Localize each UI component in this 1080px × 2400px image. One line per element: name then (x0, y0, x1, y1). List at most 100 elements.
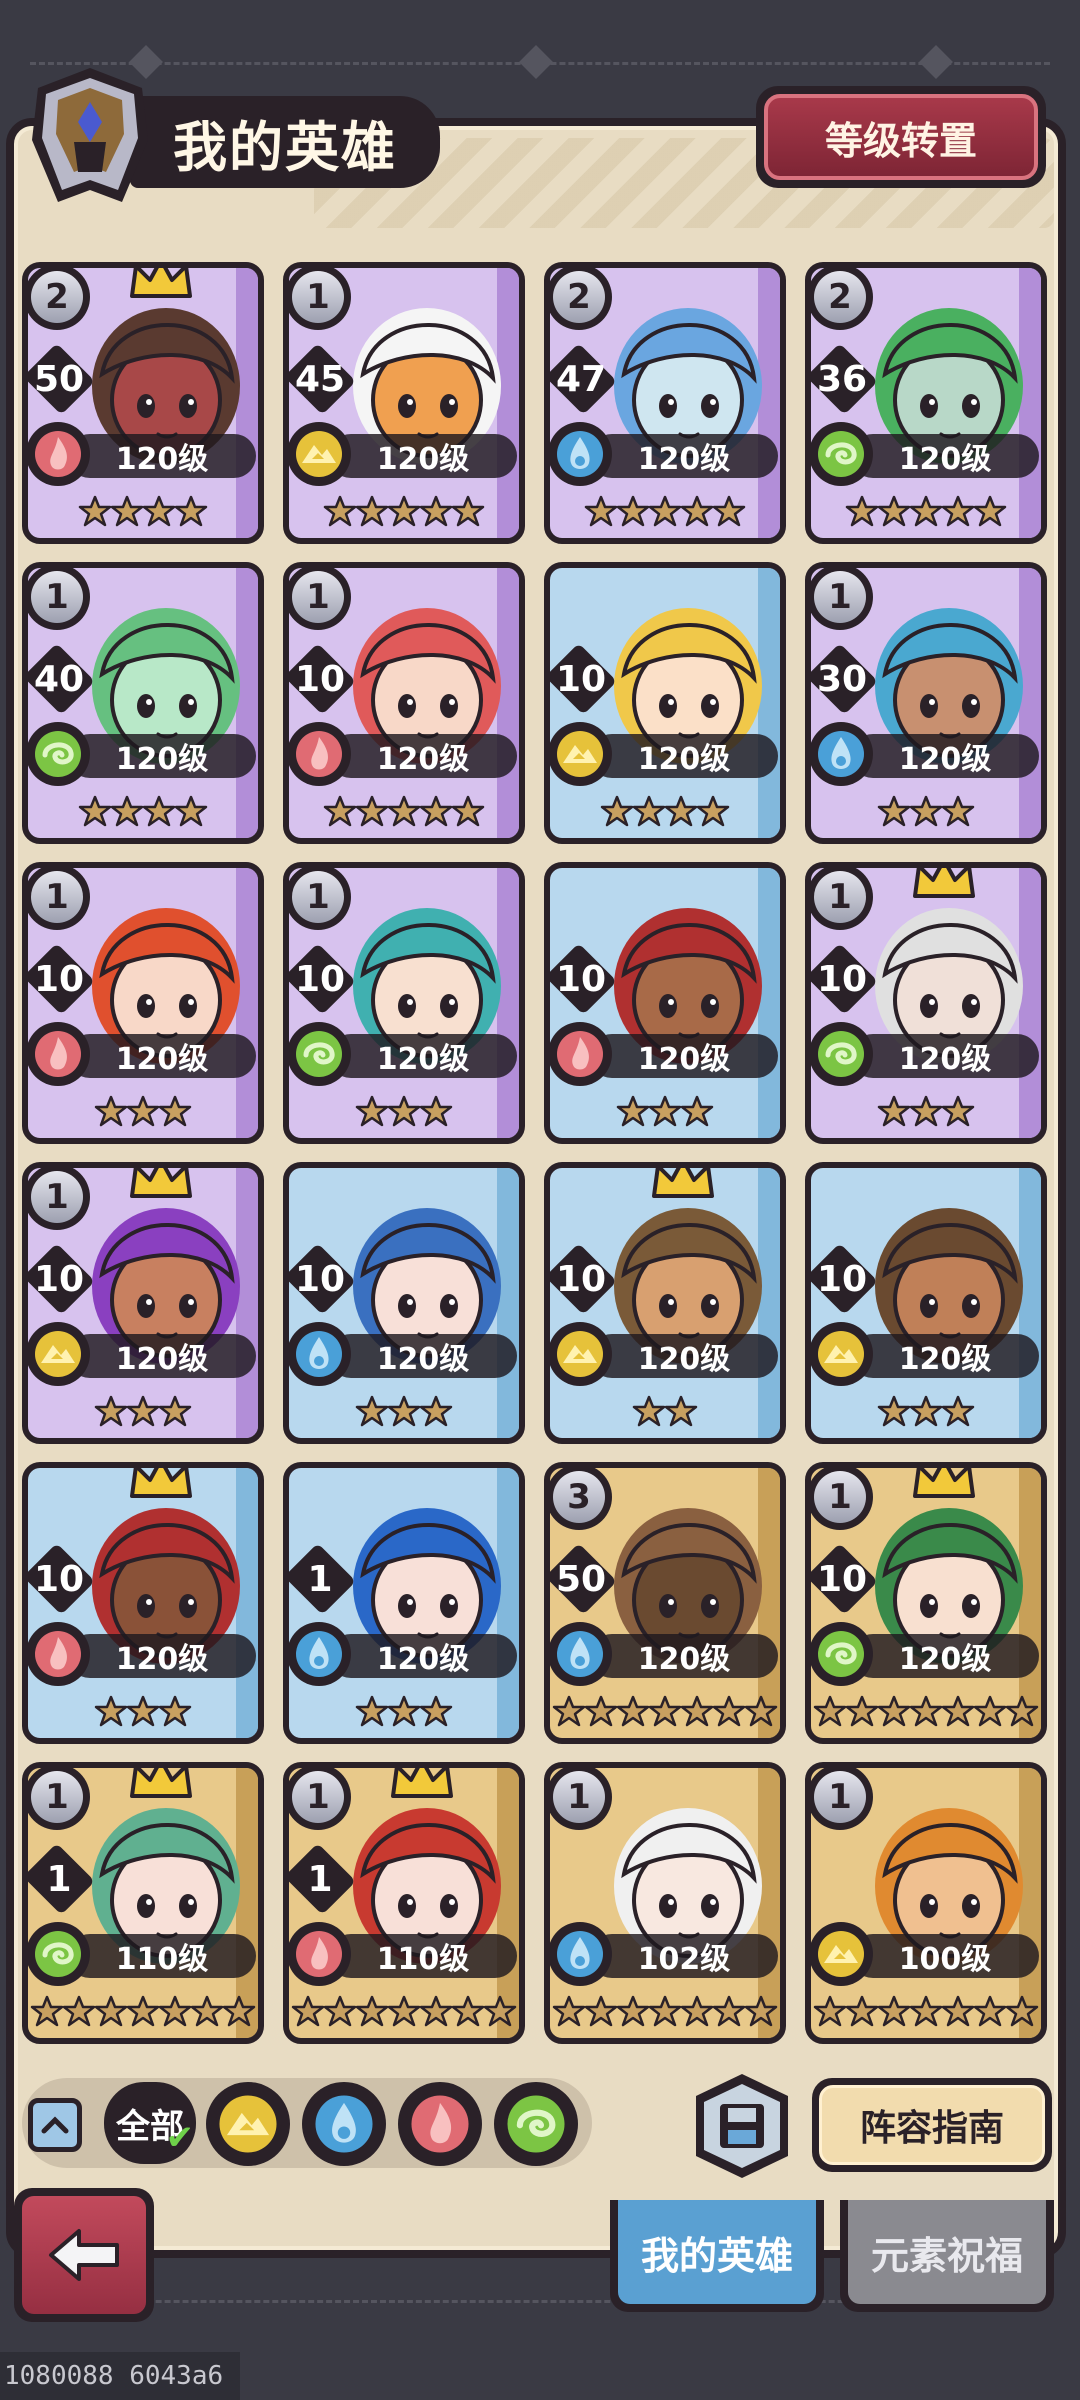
fire-element-icon (28, 422, 90, 486)
hero-level: 102级 (590, 1934, 778, 1978)
count-value: 1 (307, 1858, 333, 1900)
hero-card[interactable]: 1 10 120级 (283, 862, 525, 1144)
star-icon (845, 495, 879, 527)
star-icon (387, 1095, 421, 1127)
count-value: 10 (294, 958, 346, 1000)
star-icon (387, 795, 421, 827)
frieze-ornament (919, 45, 953, 79)
hero-card[interactable]: 2 47 120级 (544, 262, 786, 544)
star-rating (550, 490, 780, 534)
hero-card[interactable]: 1 10 120级 (283, 562, 525, 844)
hero-card[interactable]: 3 50 120级 (544, 1462, 786, 1744)
hero-card[interactable]: 10 120级 (544, 1162, 786, 1444)
star-icon (355, 1695, 389, 1727)
count-value: 1 (46, 1858, 72, 1900)
hero-card[interactable]: 1 10 120级 (805, 1462, 1047, 1744)
hero-level: 120级 (68, 734, 256, 778)
star-icon (419, 1995, 453, 2027)
star-icon (941, 1695, 975, 1727)
rank-value: 1 (814, 871, 866, 923)
hero-card[interactable]: 1 40 120级 (22, 562, 264, 844)
back-button[interactable] (14, 2188, 154, 2322)
star-icon (158, 1395, 192, 1427)
save-lineup-button[interactable] (688, 2070, 796, 2182)
hero-card[interactable]: 10 120级 (544, 562, 786, 844)
star-icon (355, 1395, 389, 1427)
rank-badge: 1 (550, 1768, 612, 1830)
hero-card[interactable]: 10 120级 (544, 862, 786, 1144)
wind-element-icon (811, 1022, 873, 1086)
hero-level: 120级 (68, 1334, 256, 1378)
rank-badge: 1 (289, 868, 351, 930)
water-element-icon (550, 422, 612, 486)
star-icon (680, 495, 714, 527)
hero-card[interactable]: 1 45 120级 (283, 262, 525, 544)
hero-card[interactable]: 1 102级 (544, 1762, 786, 2044)
star-icon (419, 495, 453, 527)
star-rating (289, 1090, 519, 1134)
star-rating (289, 1390, 519, 1434)
hero-level: 110级 (329, 1934, 517, 1978)
hero-card[interactable]: 1 120级 (283, 1462, 525, 1744)
count-value: 45 (294, 358, 346, 400)
hero-card[interactable]: 2 36 120级 (805, 262, 1047, 544)
star-rating (28, 1090, 258, 1134)
hero-card[interactable]: 1 1 110级 (22, 1762, 264, 2044)
hero-card[interactable]: 10 120级 (805, 1162, 1047, 1444)
star-rating (550, 790, 780, 834)
tab-element-blessing[interactable]: 元素祝福 (840, 2200, 1054, 2312)
star-icon (600, 795, 634, 827)
star-icon (110, 795, 144, 827)
earth-element-icon (289, 422, 351, 486)
star-icon (126, 1395, 160, 1427)
count-value: 40 (33, 658, 85, 700)
star-icon (355, 1995, 389, 2027)
star-icon (616, 1995, 650, 2027)
rank-value: 1 (31, 1771, 83, 1823)
filter-earth-button[interactable] (206, 2082, 290, 2166)
star-icon (78, 495, 112, 527)
filter-fire-button[interactable] (398, 2082, 482, 2166)
star-rating (289, 490, 519, 534)
star-icon (941, 1395, 975, 1427)
star-icon (174, 495, 208, 527)
tab-element-blessing-label: 元素祝福 (848, 2200, 1046, 2304)
star-rating (289, 1690, 519, 1734)
fire-element-icon (289, 1922, 351, 1986)
star-icon (909, 795, 943, 827)
hero-card[interactable]: 1 10 120级 (22, 862, 264, 1144)
hero-card[interactable]: 10 120级 (22, 1462, 264, 1744)
crown-icon (128, 1168, 194, 1202)
level-reset-label: 等级转置 (764, 94, 1038, 180)
hero-card[interactable]: 2 50 120级 (22, 262, 264, 544)
hero-level: 120级 (851, 1634, 1039, 1678)
star-icon (222, 1995, 256, 2027)
hero-grid: 2 50 120级 1 45 120级 2 47 120级 2 36 120级 (22, 262, 1052, 2052)
filter-water-button[interactable] (302, 2082, 386, 2166)
hero-card[interactable]: 1 10 120级 (22, 1162, 264, 1444)
star-icon (680, 1695, 714, 1727)
hero-card[interactable]: 1 100级 (805, 1762, 1047, 2044)
rank-value: 2 (31, 271, 83, 323)
fire-element-icon (550, 1022, 612, 1086)
tab-my-heroes[interactable]: 我的英雄 (610, 2200, 824, 2312)
hero-card[interactable]: 1 1 110级 (283, 1762, 525, 2044)
level-reset-button[interactable]: 等级转置 (756, 86, 1046, 188)
filter-wind-button[interactable] (494, 2082, 578, 2166)
count-value: 10 (33, 958, 85, 1000)
star-rating (811, 790, 1041, 834)
star-icon (584, 1695, 618, 1727)
collapse-button[interactable] (28, 2098, 82, 2152)
filter-all-button[interactable]: 全部 ✔ (104, 2082, 196, 2164)
rank-badge: 1 (289, 1768, 351, 1830)
star-icon (451, 495, 485, 527)
star-icon (973, 495, 1007, 527)
star-icon (648, 1095, 682, 1127)
lineup-guide-button[interactable]: 阵容指南 (812, 2078, 1052, 2172)
hero-card[interactable]: 10 120级 (283, 1162, 525, 1444)
crown-icon (128, 268, 194, 302)
hero-card[interactable]: 1 30 120级 (805, 562, 1047, 844)
hero-card[interactable]: 1 10 120级 (805, 862, 1047, 1144)
star-icon (941, 795, 975, 827)
fire-element-icon (28, 1022, 90, 1086)
